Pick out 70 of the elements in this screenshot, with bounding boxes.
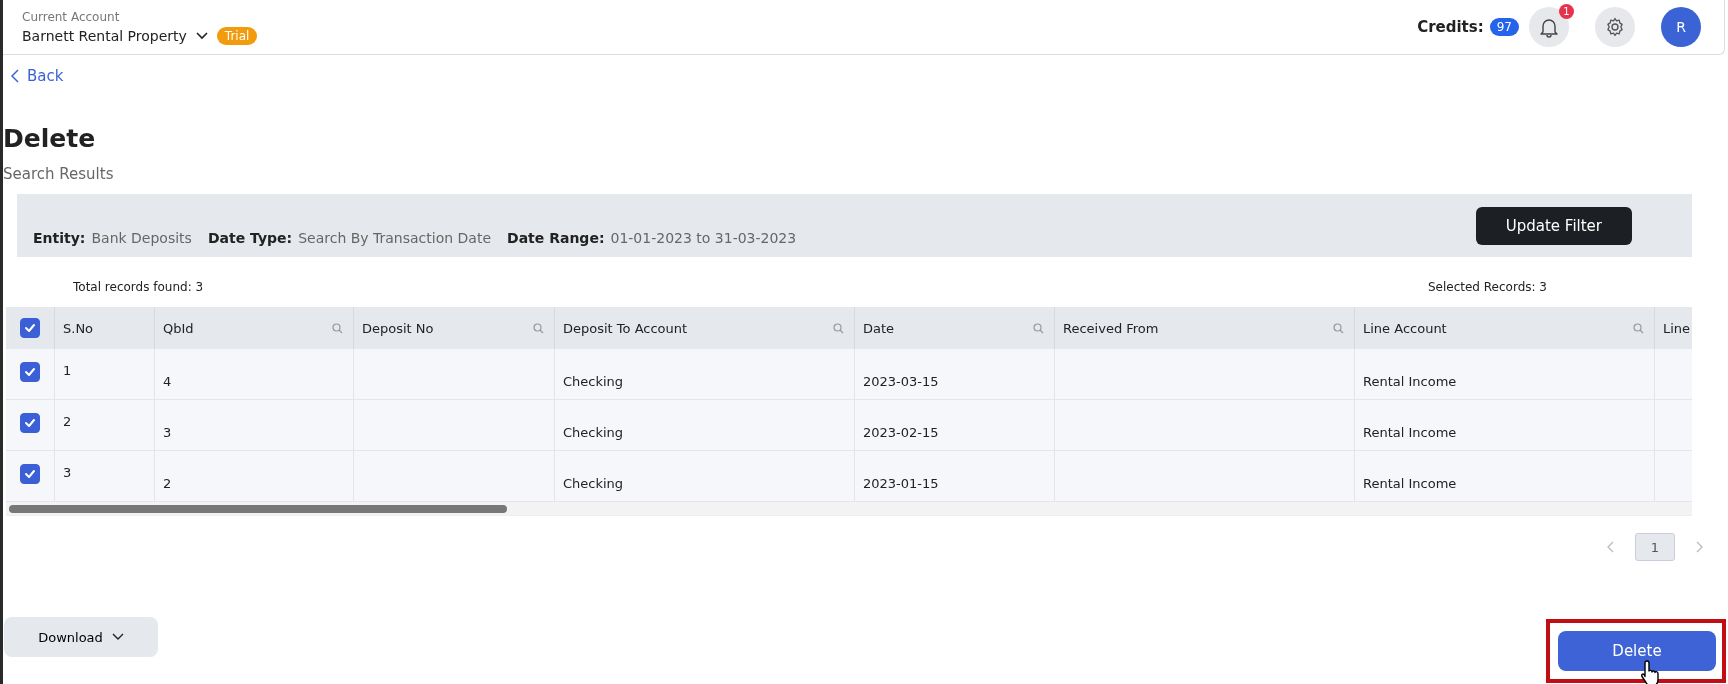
credits-badge: 97 bbox=[1489, 18, 1519, 36]
filter-label: Date Range: bbox=[507, 229, 605, 246]
filter-value: 01-01-2023 to 31-03-2023 bbox=[610, 229, 797, 246]
table-cell: Rental Income bbox=[1355, 451, 1655, 502]
search-icon bbox=[1033, 322, 1044, 334]
checkbox[interactable] bbox=[20, 413, 40, 433]
settings-icon bbox=[1605, 17, 1625, 37]
chevron-down-icon bbox=[195, 31, 208, 40]
checkmark-icon bbox=[24, 418, 36, 428]
column-header[interactable]: S.No bbox=[55, 307, 155, 349]
column-header[interactable]: Deposit To Account bbox=[555, 307, 855, 349]
checkbox[interactable] bbox=[20, 464, 40, 484]
chevron-down-icon bbox=[111, 633, 124, 641]
page-title: Delete bbox=[3, 124, 97, 153]
filter-label: Date Type: bbox=[207, 229, 293, 246]
table-cell: 2 bbox=[55, 400, 155, 451]
download-button[interactable]: Download bbox=[4, 617, 158, 657]
bell-icon bbox=[1539, 16, 1559, 38]
subtitle: Search Results bbox=[3, 165, 115, 183]
notification-count: 1 bbox=[1559, 4, 1574, 19]
search-icon bbox=[1333, 322, 1344, 334]
chevron-left-icon bbox=[1607, 541, 1615, 553]
scrollbar-thumb[interactable] bbox=[9, 504, 507, 513]
search-icon bbox=[1633, 322, 1644, 334]
checkbox[interactable] bbox=[20, 362, 40, 382]
table-cell: Rental Income bbox=[1355, 349, 1655, 400]
account-name[interactable]: Barnett Rental Property bbox=[22, 27, 187, 44]
filter-label: Entity: bbox=[33, 229, 86, 246]
update-filter-button[interactable]: Update Filter bbox=[1475, 206, 1632, 245]
table-cell: Rental Income bbox=[1355, 400, 1655, 451]
back-label[interactable]: Back bbox=[27, 67, 64, 85]
search-icon bbox=[332, 322, 343, 334]
filter-value: Search By Transaction Date bbox=[298, 229, 492, 246]
checkmark-icon bbox=[24, 469, 36, 479]
checkbox[interactable] bbox=[20, 318, 40, 338]
table-cell: 1 bbox=[55, 349, 155, 400]
delete-button[interactable]: Delete bbox=[1558, 631, 1716, 671]
chevron-left-icon bbox=[11, 69, 19, 83]
column-header[interactable]: Line bbox=[1655, 307, 1692, 349]
settings-button[interactable] bbox=[1595, 7, 1635, 47]
table-cell: Checking bbox=[555, 400, 855, 451]
filter-value: Bank Deposits bbox=[91, 229, 192, 246]
avatar[interactable]: R bbox=[1661, 7, 1701, 47]
table-cell: 4 bbox=[155, 349, 354, 400]
column-header[interactable]: Date bbox=[855, 307, 1055, 349]
column-header[interactable]: Received From bbox=[1055, 307, 1355, 349]
column-header[interactable]: QbId bbox=[155, 307, 354, 349]
table-cell: 2023-03-15 bbox=[855, 349, 1055, 400]
back-link[interactable]: Back bbox=[11, 67, 1728, 85]
total-records-text: Total records found: 3 bbox=[73, 280, 204, 294]
chevron-right-icon bbox=[1695, 541, 1703, 553]
table-cell: Checking bbox=[555, 349, 855, 400]
selected-records-text: Selected Records: 3 bbox=[1427, 280, 1547, 294]
account-label: Current Account bbox=[22, 9, 121, 24]
credits-label: Credits: bbox=[1417, 18, 1484, 36]
search-icon bbox=[833, 322, 844, 334]
plan-badge: Trial bbox=[216, 26, 258, 45]
column-header[interactable]: Line Account bbox=[1355, 307, 1655, 349]
column-header[interactable]: Deposit No bbox=[354, 307, 555, 349]
table-cell: 2023-02-15 bbox=[855, 400, 1055, 451]
table-cell: 3 bbox=[155, 400, 354, 451]
table-cell: 2 bbox=[155, 451, 354, 502]
search-icon bbox=[533, 322, 544, 334]
table-cell: 3 bbox=[55, 451, 155, 502]
table-cell: 2023-01-15 bbox=[855, 451, 1055, 502]
checkmark-icon bbox=[24, 367, 36, 377]
page-button[interactable]: 1 bbox=[1635, 533, 1675, 561]
notifications-button[interactable] bbox=[1529, 7, 1569, 47]
checkmark-icon bbox=[24, 323, 36, 333]
table-cell: Checking bbox=[555, 451, 855, 502]
